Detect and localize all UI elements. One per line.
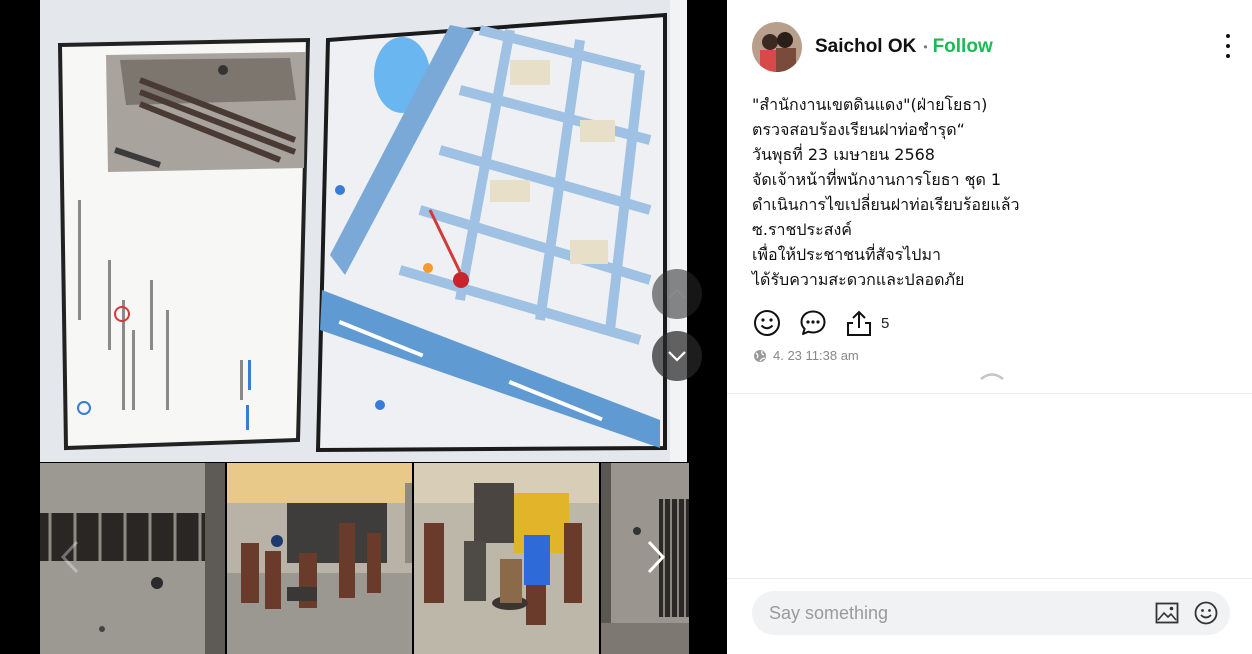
comment-bubble-icon <box>800 310 826 335</box>
post-timestamp: 4. 23 11:38 am <box>773 348 859 363</box>
caption-line: ดำเนินการไขเปลี่ยนฝาท่อเรียบร้อยแล้ว <box>752 195 1020 214</box>
globe-icon <box>754 349 766 362</box>
divider <box>727 578 1252 579</box>
next-image-button[interactable] <box>652 331 702 381</box>
caption-line: "สำนักงานเขตดินแดง"(ฝ่ายโยธา) <box>752 95 988 114</box>
more-vertical-icon <box>1226 34 1230 38</box>
share-count: 5 <box>881 314 890 332</box>
comment-button[interactable] <box>798 308 828 338</box>
chevron-right-icon <box>647 540 665 574</box>
post-header: Saichol OK • Follow <box>752 22 993 72</box>
add-emoji-button[interactable] <box>1194 601 1218 625</box>
comment-input[interactable] <box>769 602 1129 624</box>
more-options-button[interactable] <box>1222 34 1234 58</box>
share-upload-icon <box>847 310 871 336</box>
chevron-up-icon <box>980 373 1004 380</box>
share-button[interactable] <box>844 308 874 338</box>
follow-button[interactable]: Follow <box>933 36 993 58</box>
chevron-left-icon <box>61 540 79 574</box>
collapse-button[interactable] <box>979 366 1005 385</box>
thumbnail-strip <box>40 463 689 654</box>
post-meta: 4. 23 11:38 am <box>753 348 859 363</box>
media-viewer <box>0 0 727 654</box>
emoji-icon <box>1194 601 1218 625</box>
smile-icon <box>754 310 780 336</box>
comment-box <box>752 591 1230 635</box>
chevron-up-icon <box>668 288 686 299</box>
caption-line: จัดเจ้าหน้าที่พนักงานการโยธา ชุด 1 <box>752 170 1002 189</box>
post-caption: "สำนักงานเขตดินแดง"(ฝ่ายโยธา) ตรวจสอบร้อ… <box>752 92 1222 292</box>
caption-line: ตรวจสอบร้องเรียนฝาท่อชำรุด“ <box>752 120 965 139</box>
caption-line: เพื่อให้ประชาชนที่สัจรไปมา <box>752 245 941 264</box>
image-icon <box>1155 602 1179 624</box>
add-image-button[interactable] <box>1155 601 1179 625</box>
like-button[interactable] <box>752 308 782 338</box>
caption-line: ได้รับความสะดวกและปลอดภัย <box>752 270 965 289</box>
thumbnail-next-button[interactable] <box>638 532 674 582</box>
post-panel: Saichol OK • Follow "สำนักงานเขตดินแดง"(… <box>727 0 1252 654</box>
separator-dot: • <box>923 40 928 54</box>
caption-line: ซ.ราชประสงค์ <box>752 220 853 239</box>
author-name[interactable]: Saichol OK <box>815 36 916 58</box>
prev-image-button[interactable] <box>652 269 702 319</box>
thumbnail-3[interactable] <box>414 463 599 654</box>
action-bar: 5 <box>752 308 889 338</box>
caption-line: วันพุธที่ 23 เมษายน 2568 <box>752 145 935 164</box>
main-photo[interactable] <box>40 0 687 462</box>
thumbnail-prev-button[interactable] <box>52 532 88 582</box>
chevron-down-icon <box>668 351 686 362</box>
avatar[interactable] <box>752 22 802 72</box>
thumbnail-2[interactable] <box>227 463 412 654</box>
divider <box>727 393 1252 394</box>
